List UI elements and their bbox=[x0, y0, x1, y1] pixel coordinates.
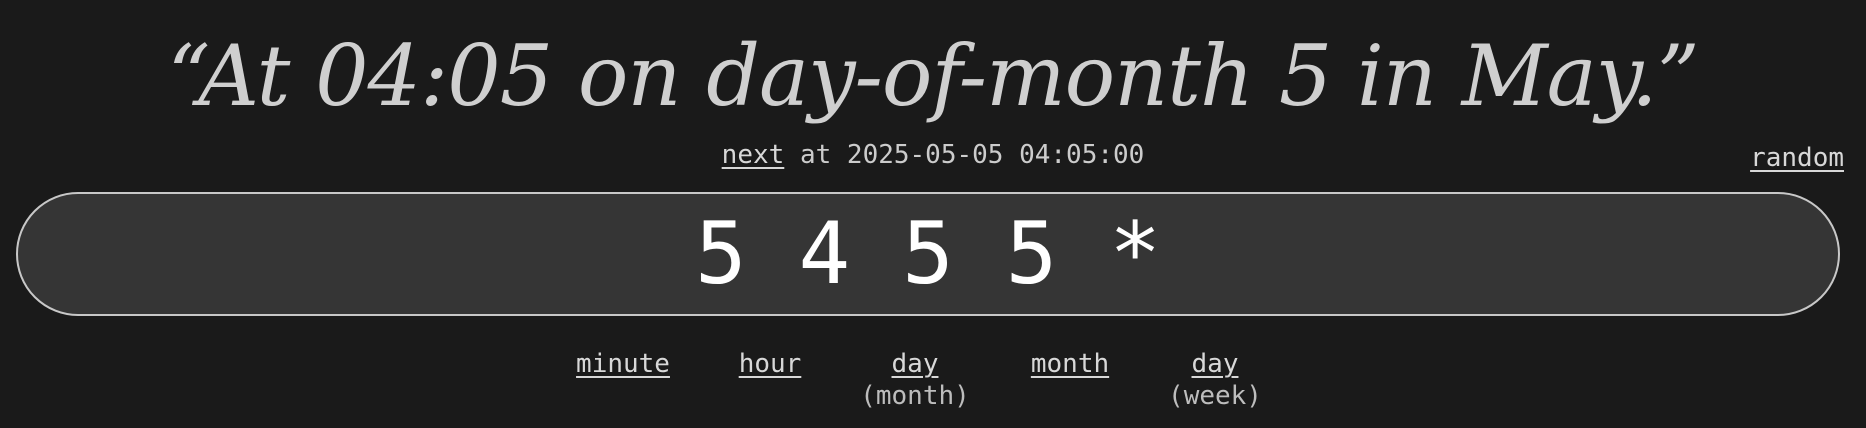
next-run-line: next at 2025-05-05 04:05:00 bbox=[0, 138, 1866, 172]
day-of-month-sublabel: (month) bbox=[860, 381, 970, 411]
month-link[interactable]: month bbox=[1031, 349, 1109, 379]
minute-field-label[interactable]: minute bbox=[576, 348, 670, 380]
day-of-week-field-label[interactable]: day (week) bbox=[1168, 348, 1262, 412]
cron-description: “At 04:05 on day-of-month 5 in May.” bbox=[167, 27, 1699, 125]
day-of-week-sublabel: (week) bbox=[1168, 381, 1262, 411]
hour-field-label[interactable]: hour bbox=[739, 348, 802, 380]
minute-link[interactable]: minute bbox=[576, 349, 670, 379]
next-run-text: at 2025-05-05 04:05:00 bbox=[784, 140, 1145, 170]
random-link[interactable]: random bbox=[1750, 141, 1844, 175]
next-link[interactable]: next bbox=[722, 140, 785, 170]
cron-expression-input[interactable] bbox=[16, 192, 1840, 316]
day-of-month-field-label[interactable]: day (month) bbox=[860, 348, 970, 412]
day-of-week-link[interactable]: day bbox=[1192, 349, 1239, 379]
day-of-month-link[interactable]: day bbox=[892, 349, 939, 379]
field-labels: minute hour day (month) month day (week) bbox=[0, 348, 1866, 418]
month-field-label[interactable]: month bbox=[1031, 348, 1109, 380]
hour-link[interactable]: hour bbox=[739, 349, 802, 379]
